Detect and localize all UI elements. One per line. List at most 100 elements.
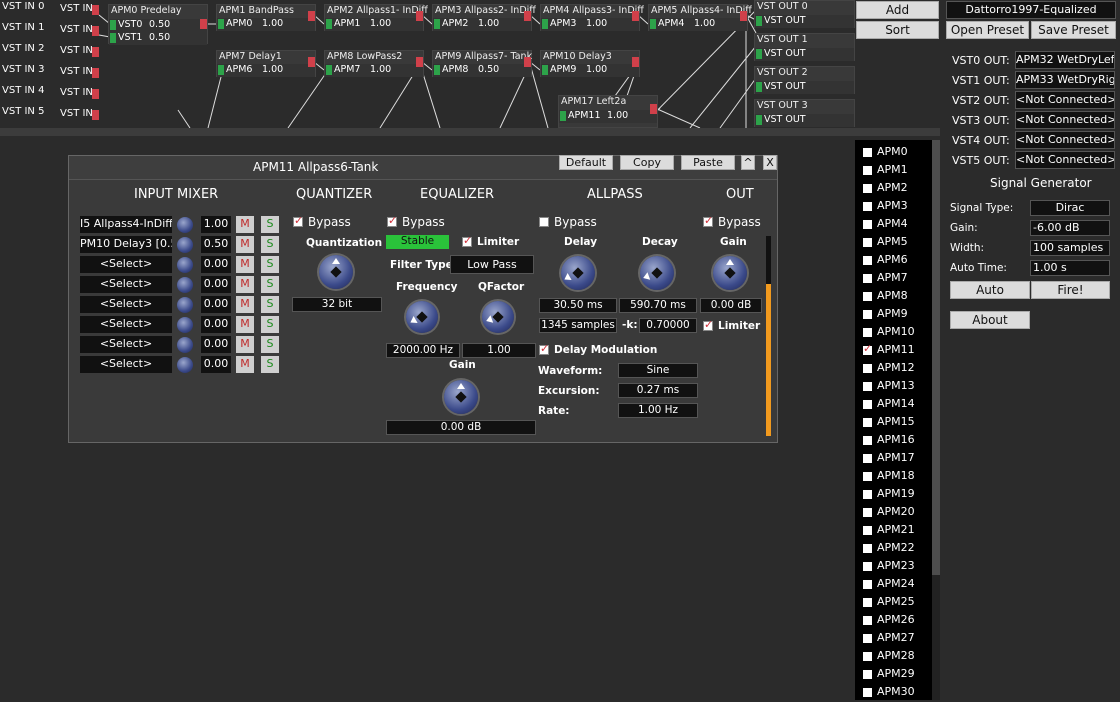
mixer-source-select[interactable]: PM10 Delay3 [0.5 [80, 236, 172, 253]
input-pin[interactable] [434, 65, 440, 75]
fire-button[interactable]: Fire! [1031, 281, 1110, 299]
output-pin[interactable] [524, 57, 531, 67]
eq-gain-knob[interactable] [444, 380, 478, 414]
apm-list-item[interactable]: APM6 [863, 252, 933, 270]
apm7-node[interactable]: APM7 Delay1 APM6 1.00 [216, 50, 316, 77]
apm-list-item[interactable]: APM14 [863, 396, 933, 414]
mute-button[interactable]: M [236, 296, 254, 313]
apm-list-item[interactable]: APM18 [863, 468, 933, 486]
width-input[interactable]: 100 samples [1030, 240, 1110, 256]
apm8-node[interactable]: APM8 LowPass2 APM7 1.00 [324, 50, 424, 77]
apm-visibility-checkbox[interactable] [863, 544, 872, 553]
default-button[interactable]: Default [559, 155, 613, 170]
apm-list-item[interactable]: APM16 [863, 432, 933, 450]
output-pin[interactable] [416, 11, 423, 21]
vst1-out-select[interactable]: APM33 WetDryRight [1015, 71, 1115, 89]
apm-visibility-checkbox[interactable] [863, 526, 872, 535]
apm-list-item[interactable]: APM24 [863, 576, 933, 594]
apm0-node[interactable]: APM0 Predelay VST0 0.50 VST1 0.50 [108, 4, 208, 45]
equalizer-bypass-checkbox[interactable] [387, 214, 397, 227]
vst-in-5-node[interactable]: VST IN 5 VST IN [0, 105, 100, 125]
output-pin[interactable] [632, 11, 639, 21]
apm-list-item[interactable]: APM28 [863, 648, 933, 666]
vst5-out-select[interactable]: <Not Connected> [1015, 151, 1115, 169]
mixer-gain-value[interactable]: 0.50 [201, 236, 231, 253]
apm-visibility-checkbox[interactable]: ✓ [863, 342, 872, 355]
scrollbar-thumb[interactable] [932, 140, 940, 575]
mute-button[interactable]: M [236, 256, 254, 273]
output-pin[interactable] [92, 68, 99, 78]
apm-list-item[interactable]: APM19 [863, 486, 933, 504]
solo-button[interactable]: S [261, 356, 279, 373]
apm-visibility-checkbox[interactable] [863, 472, 872, 481]
apm10-node[interactable]: APM10 Delay3 APM9 1.00 [540, 50, 640, 77]
input-pin[interactable] [756, 115, 762, 125]
apm-visibility-checkbox[interactable] [863, 598, 872, 607]
vst-in-2-node[interactable]: VST IN 2 VST IN [0, 42, 100, 62]
apm-visibility-checkbox[interactable] [863, 382, 872, 391]
apm-list-item[interactable]: APM21 [863, 522, 933, 540]
mute-button[interactable]: M [236, 236, 254, 253]
apm-list-item[interactable]: APM17 [863, 450, 933, 468]
output-pin[interactable] [92, 5, 99, 15]
solo-button[interactable]: S [261, 296, 279, 313]
solo-button[interactable]: S [261, 236, 279, 253]
signal-type-select[interactable]: Dirac [1030, 200, 1110, 216]
apm-list-item[interactable]: APM8 [863, 288, 933, 306]
apm-list-item[interactable]: APM29 [863, 666, 933, 684]
input-pin[interactable] [326, 65, 332, 75]
mixer-source-select[interactable]: <Select> [80, 356, 172, 373]
apm-visibility-checkbox[interactable] [863, 400, 872, 409]
apm3-node[interactable]: APM3 Allpass2- InDiff APM2 1.00 [432, 4, 536, 31]
apm-visibility-checkbox[interactable] [863, 580, 872, 589]
vst3-out-select[interactable]: <Not Connected> [1015, 111, 1115, 129]
mixer-gain-value[interactable]: 0.00 [201, 356, 231, 373]
apm-list-item[interactable]: APM22 [863, 540, 933, 558]
auto-button[interactable]: Auto [950, 281, 1030, 299]
out-gain-knob[interactable] [713, 256, 747, 290]
apm-visibility-checkbox[interactable] [863, 652, 872, 661]
input-pin[interactable] [218, 65, 224, 75]
mixer-source-select[interactable]: <Select> [80, 256, 172, 273]
output-pin[interactable] [416, 57, 423, 67]
input-pin[interactable] [756, 16, 762, 26]
panel-titlebar[interactable]: APM11 Allpass6-Tank Default Copy Paste ^… [69, 155, 777, 180]
mixer-gain-knob[interactable] [177, 317, 193, 333]
apm-list-item[interactable]: APM9 [863, 306, 933, 324]
input-pin[interactable] [218, 19, 224, 29]
apm-visibility-checkbox[interactable] [863, 454, 872, 463]
mute-button[interactable]: M [236, 336, 254, 353]
mixer-gain-value[interactable]: 0.00 [201, 336, 231, 353]
vst4-out-select[interactable]: <Not Connected> [1015, 131, 1115, 149]
apm-list-item[interactable]: APM13 [863, 378, 933, 396]
output-pin[interactable] [308, 11, 315, 21]
routing-graph[interactable]: VST IN 0 VST IN VST IN 1 VST IN VST IN 2 VS… [0, 0, 940, 128]
apm17-node[interactable]: APM17 Left2a APM11 1.00 [558, 95, 658, 128]
mixer-source-select[interactable]: <Select> [80, 316, 172, 333]
apm-list-item[interactable]: APM12 [863, 360, 933, 378]
input-pin[interactable] [326, 19, 332, 29]
close-button[interactable]: X [763, 155, 777, 170]
apm-list-item[interactable]: APM23 [863, 558, 933, 576]
output-pin[interactable] [92, 26, 99, 36]
mixer-gain-knob[interactable] [177, 257, 193, 273]
input-pin[interactable] [560, 111, 566, 121]
apm-visibility-checkbox[interactable] [863, 256, 872, 265]
apm-visibility-checkbox[interactable] [863, 418, 872, 427]
excursion-input[interactable]: 0.27 ms [618, 383, 698, 398]
mute-button[interactable]: M [236, 276, 254, 293]
apm-visibility-checkbox[interactable] [863, 184, 872, 193]
apm-visibility-checkbox[interactable] [863, 490, 872, 499]
input-pin[interactable] [110, 20, 116, 30]
vst-out-2-node[interactable]: VST OUT 2 VST OUT [754, 66, 855, 94]
apm-visibility-checkbox[interactable] [863, 328, 872, 337]
mixer-gain-knob[interactable] [177, 237, 193, 253]
gain-input[interactable]: -6.00 dB [1030, 220, 1110, 236]
apm4-node[interactable]: APM4 Allpass3- InDiff APM3 1.00 [540, 4, 644, 31]
graph-splitter[interactable] [0, 128, 940, 136]
input-pin[interactable] [650, 19, 656, 29]
open-preset-button[interactable]: Open Preset [946, 21, 1029, 39]
apm-visibility-checkbox[interactable] [863, 616, 872, 625]
delay-modulation-checkbox[interactable] [539, 342, 549, 355]
decay-knob[interactable] [640, 256, 674, 290]
